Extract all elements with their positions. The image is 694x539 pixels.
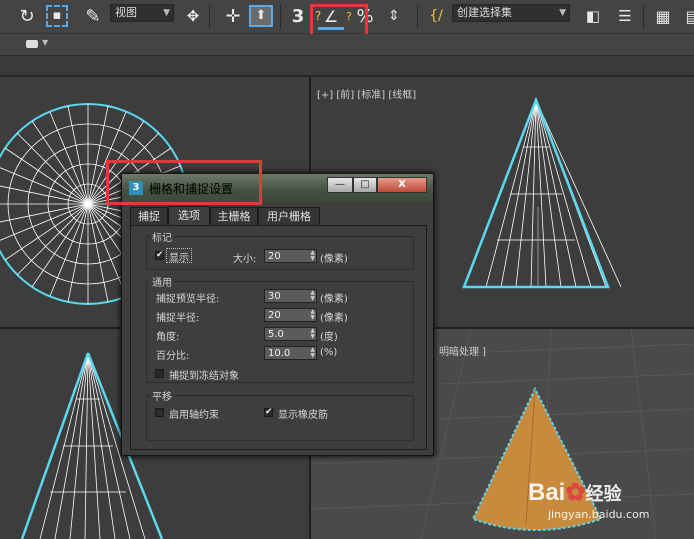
snap-preview-radius-label: 捕捉预览半径: xyxy=(156,294,220,305)
grid-snap-settings-dialog: 3 栅格和捕捉设置 — □ X 捕捉 选项 主栅格 用户栅格 标记 ✔ 显示 大… xyxy=(121,173,434,456)
chevron-down-icon[interactable]: ▼ xyxy=(42,38,48,47)
secondary-toolbar: ▼ xyxy=(0,34,694,56)
layer-icon[interactable] xyxy=(26,40,38,48)
size-spinner[interactable]: 20 ▲ ▼ xyxy=(264,249,317,263)
general-group-title: 通用 xyxy=(150,274,174,289)
size-unit: (像素) xyxy=(320,254,348,265)
select-link-icon[interactable]: ✎ xyxy=(80,3,106,30)
paw-icon: ✿ xyxy=(565,479,586,506)
snap-radius-label: 捕捉半径: xyxy=(156,313,200,324)
display-label[interactable]: 显示 xyxy=(169,249,189,264)
ribbon-strip xyxy=(0,56,694,76)
angle-spinner[interactable]: 5.0 ▲ ▼ xyxy=(264,327,317,341)
snap-preview-radius-unit: (像素) xyxy=(320,294,348,305)
tab-snaps[interactable]: 捕捉 xyxy=(130,207,168,226)
percent-unit: (%) xyxy=(320,347,338,358)
watermark-url: jingyan.baidu.com xyxy=(548,508,650,521)
pivot-icon[interactable]: ⬆ xyxy=(249,5,273,27)
size-label: 大小: xyxy=(233,254,257,265)
edit-named-selection-icon[interactable]: {/ xyxy=(423,3,449,30)
undo-icon[interactable]: ↻ xyxy=(14,3,40,30)
tab-user-grids[interactable]: 用户栅格 xyxy=(258,207,320,226)
minimize-button[interactable]: — xyxy=(327,177,353,193)
viewport-label[interactable]: [+] [前] [标准] [线框] xyxy=(317,86,416,101)
percent-spinner[interactable]: 10.0 ▲ ▼ xyxy=(264,346,317,360)
spinner-snap-icon[interactable]: ⇕ xyxy=(381,3,407,30)
close-button[interactable]: X xyxy=(377,177,427,193)
selection-set-combo[interactable]: 创建选择集 ▼ xyxy=(452,4,570,22)
maximize-button[interactable]: □ xyxy=(353,177,377,193)
translation-group-title: 平移 xyxy=(150,388,174,403)
rubber-band-label[interactable]: 显示橡皮筋 xyxy=(278,406,328,421)
rubber-band-checkbox[interactable]: ✔ xyxy=(264,408,273,417)
axis-constraint-checkbox[interactable] xyxy=(155,408,164,417)
display-checkbox[interactable]: ✔ xyxy=(155,251,164,260)
snap-frozen-label[interactable]: 捕捉到冻结对象 xyxy=(169,367,239,382)
align-icon[interactable]: ☰ xyxy=(612,3,638,30)
axis-constraint-label[interactable]: 启用轴约束 xyxy=(169,406,219,421)
dialog-title-highlight xyxy=(106,160,262,205)
max-window: ↻ ▪ ✎ 视图 ▼ ✥ ✛ ⬆ 3 ? ∠ ? % ⇕ {/ 创建选择集 ▼ ◧ … xyxy=(0,0,694,539)
select-region-icon[interactable]: ▪ xyxy=(46,5,68,27)
view-combo[interactable]: 视图 ▼ xyxy=(110,4,174,22)
ribbon-icon[interactable]: ▤ xyxy=(680,3,694,30)
layer-explorer-icon[interactable]: ▦ xyxy=(650,3,676,30)
viewport-label[interactable]: 明暗处理 ] xyxy=(439,343,486,358)
select-move-icon[interactable]: ✥ xyxy=(180,3,206,30)
watermark-brand: Bai✿经验 xyxy=(528,479,622,506)
move-icon[interactable]: ✛ xyxy=(220,3,246,30)
snap-preview-radius-spinner[interactable]: 30 ▲ ▼ xyxy=(264,289,317,303)
angle-unit: (度) xyxy=(320,332,338,343)
snap-radius-spinner[interactable]: 20 ▲ ▼ xyxy=(264,308,317,322)
snap-radius-unit: (像素) xyxy=(320,313,348,324)
percent-label: 百分比: xyxy=(156,351,190,362)
tab-home-grid[interactable]: 主栅格 xyxy=(210,207,258,226)
marker-group-title: 标记 xyxy=(150,229,174,244)
mirror-icon[interactable]: ◧ xyxy=(580,3,606,30)
angle-label: 角度: xyxy=(156,332,180,343)
tab-options[interactable]: 选项 xyxy=(168,206,210,226)
snap-frozen-checkbox[interactable] xyxy=(155,369,164,378)
